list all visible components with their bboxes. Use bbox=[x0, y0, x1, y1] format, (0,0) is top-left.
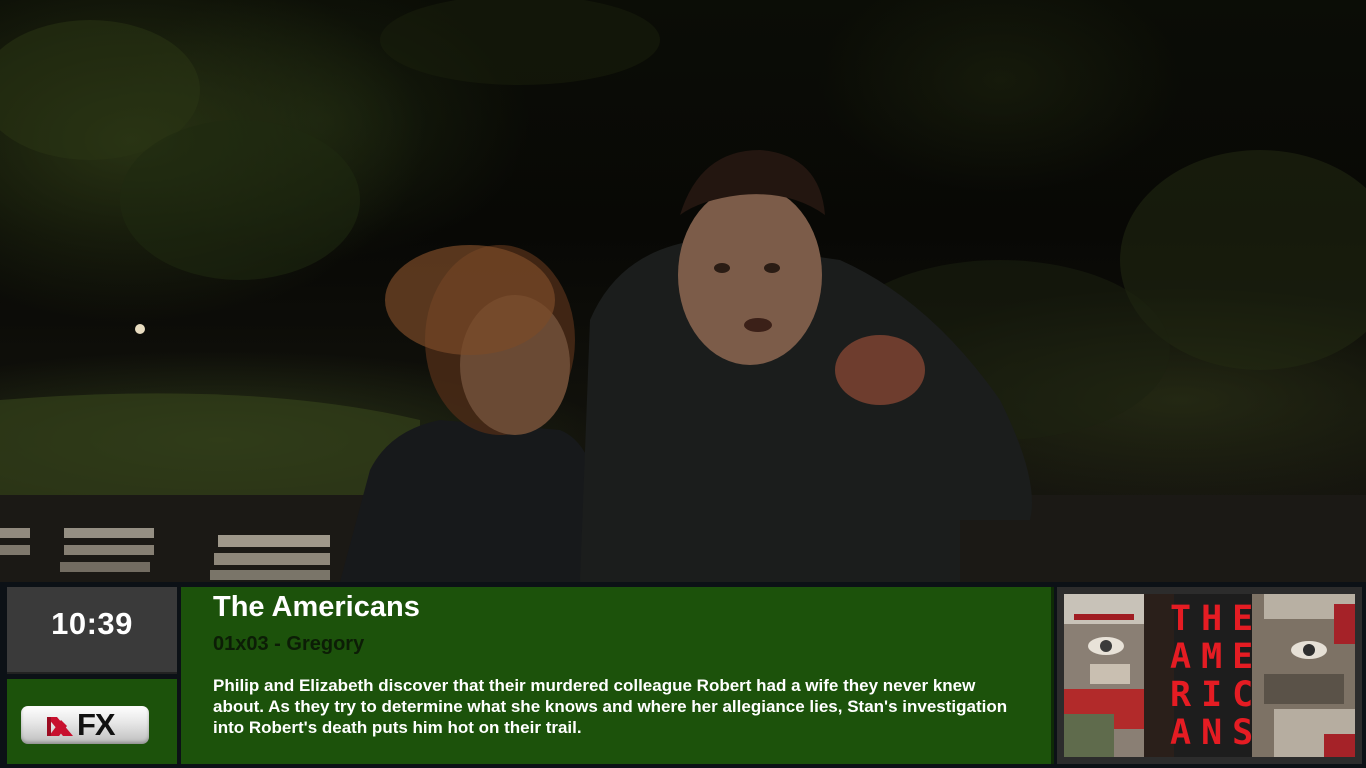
clock-panel: 10:39 bbox=[7, 587, 177, 674]
channel-logo-text: FX bbox=[77, 707, 116, 742]
clock-time: 10:39 bbox=[51, 605, 133, 641]
poster-title-text: THE AME RIC ANS bbox=[1170, 599, 1264, 753]
channel-panel: FX bbox=[7, 679, 177, 764]
episode-plot: Philip and Elizabeth discover that their… bbox=[213, 676, 1008, 737]
video-scene bbox=[0, 0, 1366, 582]
episode-info-panel: The Americans 01x03 - Gregory Philip and… bbox=[181, 587, 1054, 764]
info-bar: 10:39 FX The Americans 01x03 - Gregory P… bbox=[0, 582, 1366, 768]
tv-player-screen: 10:39 FX The Americans 01x03 - Gregory P… bbox=[0, 0, 1366, 768]
show-poster-image: THE AME RIC ANS bbox=[1064, 594, 1355, 757]
show-title: The Americans bbox=[213, 591, 420, 623]
fx-logo-icon: FX bbox=[21, 706, 149, 744]
video-frame[interactable] bbox=[0, 0, 1366, 582]
poster-panel: THE AME RIC ANS bbox=[1057, 587, 1362, 764]
episode-label: 01x03 - Gregory bbox=[213, 633, 365, 655]
